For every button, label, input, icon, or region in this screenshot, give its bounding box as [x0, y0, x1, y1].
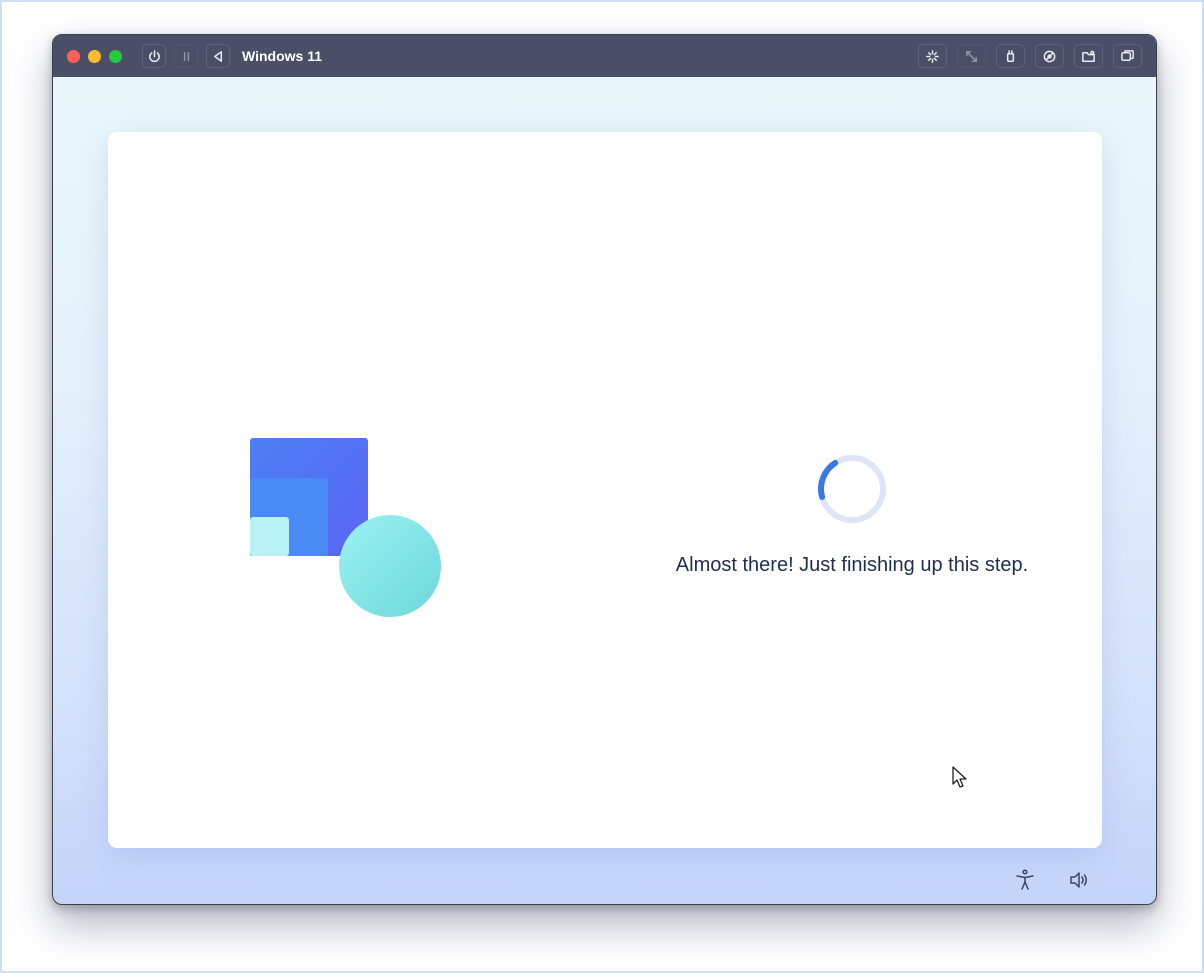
- vm-window: Windows 11 Almost there! Just finishing …: [52, 34, 1157, 905]
- accessibility-icon[interactable]: [1013, 868, 1037, 892]
- volume-icon[interactable]: [1067, 868, 1091, 892]
- disc-icon: [1043, 50, 1056, 62]
- status-message: Almost there! Just finishing up this ste…: [675, 554, 1029, 576]
- screenshot-frame: Windows 11 Almost there! Just finishing …: [0, 0, 1204, 973]
- disc-button[interactable]: [1035, 44, 1064, 68]
- usb-icon: [1006, 49, 1015, 62]
- shared-folder-button[interactable]: [1074, 44, 1103, 68]
- sparkle-icon: [926, 49, 939, 63]
- back-button[interactable]: [206, 44, 230, 68]
- title-bar: Windows 11: [53, 35, 1156, 77]
- pause-button[interactable]: [174, 44, 198, 68]
- close-window-button[interactable]: [67, 49, 80, 63]
- usb-button[interactable]: [996, 44, 1025, 68]
- resize-button[interactable]: [957, 44, 986, 68]
- capture-input-button[interactable]: [918, 44, 947, 68]
- maximize-window-button[interactable]: [109, 49, 122, 63]
- power-icon: [148, 49, 160, 62]
- setup-card: Almost there! Just finishing up this ste…: [108, 132, 1102, 848]
- toolbar-right: [918, 44, 1142, 68]
- loading-spinner-icon: [818, 455, 886, 523]
- pause-icon: [183, 51, 189, 61]
- window-title: Windows 11: [242, 48, 323, 64]
- resize-icon: [966, 50, 977, 62]
- vm-controls: [142, 44, 230, 68]
- shared-folder-icon: [1082, 50, 1095, 62]
- window-controls: [67, 49, 122, 63]
- windows-setup-illustration: [250, 438, 450, 628]
- snapshot-button[interactable]: [1113, 44, 1142, 68]
- power-button[interactable]: [142, 44, 166, 68]
- illustration-small-square: [250, 517, 289, 556]
- snapshot-icon: [1121, 49, 1134, 61]
- status-tray: [1013, 868, 1091, 892]
- illustration-circle: [339, 515, 441, 617]
- mouse-pointer-icon: [952, 766, 967, 788]
- spinner-arc: [818, 455, 886, 523]
- back-icon: [213, 50, 222, 62]
- minimize-window-button[interactable]: [88, 49, 101, 63]
